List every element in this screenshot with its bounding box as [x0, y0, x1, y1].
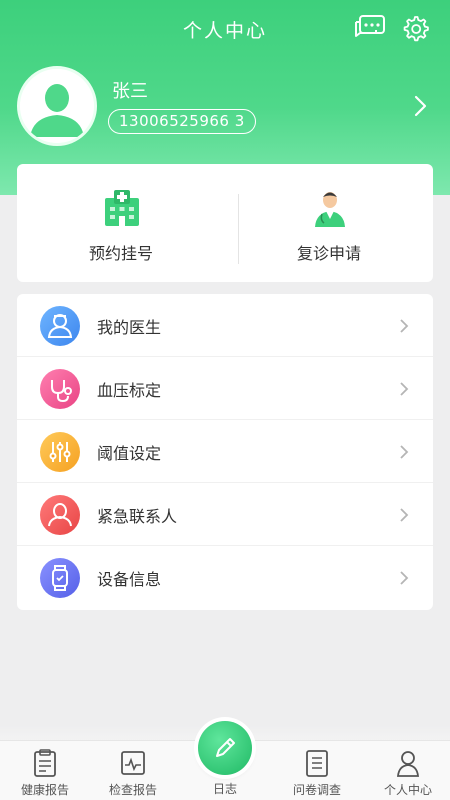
sliders-icon: [40, 432, 80, 472]
user-name: 张三: [112, 81, 148, 102]
chevron-right-icon: [400, 319, 409, 333]
chevron-right-icon: [400, 571, 409, 585]
pencil-icon: [216, 738, 235, 757]
tab-label: 问卷调查: [292, 783, 341, 797]
avatar[interactable]: [17, 66, 97, 146]
tab-health-report[interactable]: 健康报告: [0, 741, 90, 800]
menu-label: 阈值设定: [97, 444, 162, 463]
chevron-right-icon: [400, 382, 409, 396]
menu-list: 我的医生 血压标定 阈值设定 紧急联系人 设备信息: [17, 294, 433, 610]
smartwatch-icon: [40, 558, 80, 598]
person-icon: [397, 751, 419, 777]
chevron-right-icon: [400, 508, 409, 522]
menu-label: 血压标定: [97, 381, 162, 400]
menu-item-emergency-contact[interactable]: 紧急联系人: [17, 483, 433, 546]
contact-person-icon: [40, 495, 80, 535]
appointment-label: 预约挂号: [88, 244, 153, 263]
chevron-right-icon[interactable]: [410, 93, 430, 119]
revisit-label: 复诊申请: [296, 244, 361, 263]
check-report-icon: [121, 751, 145, 775]
settings-gear-icon[interactable]: [400, 14, 430, 44]
doctor-badge-icon: [40, 306, 80, 346]
appointment-button[interactable]: 预约挂号: [17, 164, 225, 282]
log-center-button[interactable]: [198, 721, 252, 775]
tab-check-report[interactable]: 检查报告: [88, 741, 178, 800]
menu-label: 我的医生: [97, 318, 162, 337]
menu-item-threshold-setting[interactable]: 阈值设定: [17, 420, 433, 483]
chevron-right-icon: [400, 445, 409, 459]
quick-actions-card: 预约挂号 复诊申请: [17, 164, 433, 282]
health-report-icon: [34, 749, 56, 777]
tab-label: 检查报告: [108, 783, 157, 797]
menu-item-bp-calibration[interactable]: 血压标定: [17, 357, 433, 420]
tab-label: 健康报告: [20, 783, 69, 797]
menu-label: 紧急联系人: [97, 507, 178, 526]
menu-label: 设备信息: [97, 570, 162, 589]
menu-item-device-info[interactable]: 设备信息: [17, 546, 433, 609]
survey-icon: [306, 750, 328, 777]
tab-label: 日志: [212, 782, 237, 796]
stethoscope-icon: [40, 369, 80, 409]
doctor-icon: [315, 192, 345, 227]
revisit-application-button[interactable]: 复诊申请: [225, 164, 433, 282]
phone-badge: 13006525966 3: [108, 109, 256, 134]
hospital-icon: [105, 190, 139, 226]
tab-personal-center[interactable]: 个人中心: [363, 741, 450, 800]
tab-label: 个人中心: [383, 783, 432, 797]
message-icon[interactable]: [354, 14, 386, 42]
tab-survey[interactable]: 问卷调查: [272, 741, 362, 800]
user-silhouette-icon: [20, 69, 94, 143]
menu-item-my-doctor[interactable]: 我的医生: [17, 294, 433, 357]
